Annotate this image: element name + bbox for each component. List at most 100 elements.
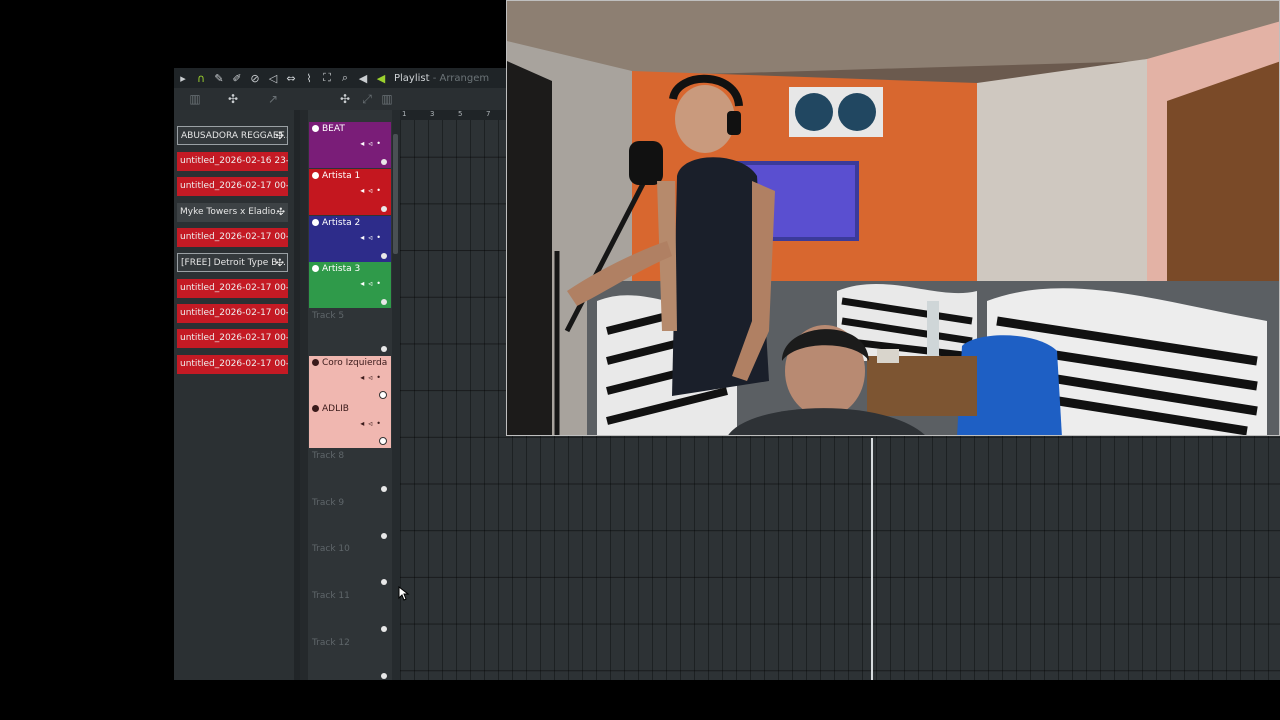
ruler-label: 1	[402, 110, 407, 118]
pattern-icon[interactable]: ▥	[378, 90, 396, 108]
clip-label: untitled_2026-02-16 23-...	[180, 156, 288, 166]
mute-tool-icon[interactable]: ◁	[264, 69, 282, 87]
studio-scene-image	[507, 1, 1279, 435]
track-controls[interactable]: ◂◃•	[360, 419, 385, 428]
track-controls[interactable]: ◂◃•	[360, 279, 385, 288]
mute-led[interactable]	[379, 437, 387, 445]
track-view-icon[interactable]: ✣	[336, 90, 354, 108]
pencil-tool-icon[interactable]: ✎	[210, 69, 228, 87]
audio-clip-icon: ✣	[276, 207, 285, 218]
delete-tool-icon[interactable]: ⊘	[246, 69, 264, 87]
magnet-snap-icon[interactable]: ∩	[192, 69, 210, 87]
record-dot-icon	[312, 219, 319, 226]
mute-led[interactable]	[381, 579, 387, 585]
mouse-cursor-icon	[398, 586, 410, 601]
mute-led[interactable]	[379, 391, 387, 399]
track-name: Track 8	[312, 451, 345, 461]
clip-label: untitled_2026-02-17 00-...	[180, 181, 288, 191]
clip-label: untitled_2026-02-17 00-...	[180, 359, 288, 369]
mute-led[interactable]	[381, 626, 387, 632]
track-controls[interactable]: ◂◃•	[360, 233, 385, 242]
playhead-marker[interactable]	[871, 438, 873, 680]
clip-item[interactable]: untitled_2026-02-17 00-...	[177, 279, 288, 298]
mute-led[interactable]	[381, 299, 387, 305]
playback-tool-icon[interactable]: ◀	[354, 69, 372, 87]
ruler-label: 7	[486, 110, 491, 118]
track-header-coro-izquierda[interactable]: Coro Izquierda ◂◃•	[309, 356, 391, 402]
track-name-text: Artista 2	[322, 218, 361, 228]
track-name: Track 12	[312, 638, 350, 648]
clip-item[interactable]: untitled_2026-02-17 00-...	[177, 355, 288, 374]
ruler-label: 3	[430, 110, 435, 118]
clip-item[interactable]: ABUSADORA REGGAET... ✣	[177, 126, 288, 145]
panel-splitter[interactable]	[300, 110, 308, 680]
track-name-text: Coro Izquierda	[322, 358, 388, 368]
track-controls[interactable]: ◂◃•	[360, 373, 385, 382]
track-header-12[interactable]: Track 12	[309, 636, 391, 680]
track-header-artista-2[interactable]: Artista 2 ◂◃•	[309, 216, 391, 262]
clip-item[interactable]: untitled_2026-02-16 23-...	[177, 152, 288, 171]
stretch-icon[interactable]: ⤢	[358, 90, 376, 108]
track-name-text: BEAT	[322, 124, 345, 134]
clip-item[interactable]: Myke Towers x Eladio... ✣	[177, 203, 288, 222]
mute-led[interactable]	[381, 486, 387, 492]
mute-led[interactable]	[381, 159, 387, 165]
audio-clip-icon: ✣	[275, 131, 284, 142]
scrollbar-thumb[interactable]	[393, 134, 398, 254]
zoom-tool-icon[interactable]: ⌕	[336, 69, 354, 87]
track-header-11[interactable]: Track 11	[309, 589, 391, 635]
clip-item[interactable]: untitled_2026-02-17 00-...	[177, 329, 288, 348]
mute-led[interactable]	[381, 533, 387, 539]
ruler-label: 5	[458, 110, 463, 118]
mute-led[interactable]	[381, 673, 387, 679]
track-header-9[interactable]: Track 9	[309, 496, 391, 542]
track-name: Artista 1	[312, 171, 360, 181]
clip-label: [FREE] Detroit Type B...	[181, 258, 286, 268]
track-header-adlib[interactable]: ADLIB ◂◃•	[309, 402, 391, 448]
track-header-10[interactable]: Track 10	[309, 542, 391, 588]
track-header-8[interactable]: Track 8	[309, 449, 391, 495]
mute-led[interactable]	[381, 253, 387, 259]
track-name: BEAT	[312, 124, 345, 134]
slice-tool-icon[interactable]: ⌇	[300, 69, 318, 87]
track-name: ADLIB	[312, 404, 349, 414]
track-controls[interactable]: ◂◃•	[360, 186, 385, 195]
audio-clip-icon: ✣	[275, 258, 284, 269]
record-dot-icon	[312, 265, 319, 272]
paint-brush-icon[interactable]: ✐	[228, 69, 246, 87]
track-headers: BEAT ◂◃• Artista 1 ◂◃• Artista 2 ◂◃• Art…	[308, 110, 392, 680]
clip-label: untitled_2026-02-17 00-...	[180, 308, 288, 318]
audio-filter-icon[interactable]: ✣	[224, 90, 242, 108]
pattern-filter-icon[interactable]: ▥	[186, 90, 204, 108]
clip-label: untitled_2026-02-17 00-...	[180, 333, 288, 343]
track-header-artista-1[interactable]: Artista 1 ◂◃•	[309, 169, 391, 215]
speaker-icon[interactable]: ◀	[372, 69, 390, 87]
clip-label: untitled_2026-02-17 00-...	[180, 232, 288, 242]
track-name: Track 11	[312, 591, 350, 601]
track-name: Artista 2	[312, 218, 360, 228]
track-name-text: ADLIB	[322, 404, 349, 414]
mute-led[interactable]	[381, 346, 387, 352]
record-dot-icon	[312, 172, 319, 179]
track-header-artista-3[interactable]: Artista 3 ◂◃•	[309, 262, 391, 308]
playlist-title: Playlist - Arrangem	[394, 72, 490, 84]
clip-label: ABUSADORA REGGAET...	[181, 131, 288, 141]
clip-label: untitled_2026-02-17 00-...	[180, 283, 288, 293]
clip-item[interactable]: untitled_2026-02-17 00-...	[177, 177, 288, 196]
automation-filter-icon[interactable]: ↗	[264, 90, 282, 108]
clip-item[interactable]: [FREE] Detroit Type B... ✣	[177, 253, 288, 272]
clip-label: Myke Towers x Eladio...	[180, 207, 285, 217]
clip-item[interactable]: untitled_2026-02-17 00-...	[177, 228, 288, 247]
play-arrow-icon[interactable]: ▸	[174, 69, 192, 87]
mute-led[interactable]	[381, 206, 387, 212]
select-tool-icon[interactable]: ⛶	[318, 69, 336, 87]
clip-picker-panel: ABUSADORA REGGAET... ✣ untitled_2026-02-1…	[174, 110, 300, 680]
track-name: Coro Izquierda	[312, 358, 387, 368]
track-header-beat[interactable]: BEAT ◂◃•	[309, 122, 391, 168]
clip-item[interactable]: untitled_2026-02-17 00-...	[177, 304, 288, 323]
track-header-5[interactable]: Track 5	[309, 309, 391, 355]
track-name: Track 9	[312, 498, 345, 508]
slip-tool-icon[interactable]: ⇔	[282, 69, 300, 87]
track-controls[interactable]: ◂◃•	[360, 139, 385, 148]
track-name: Artista 3	[312, 264, 360, 274]
